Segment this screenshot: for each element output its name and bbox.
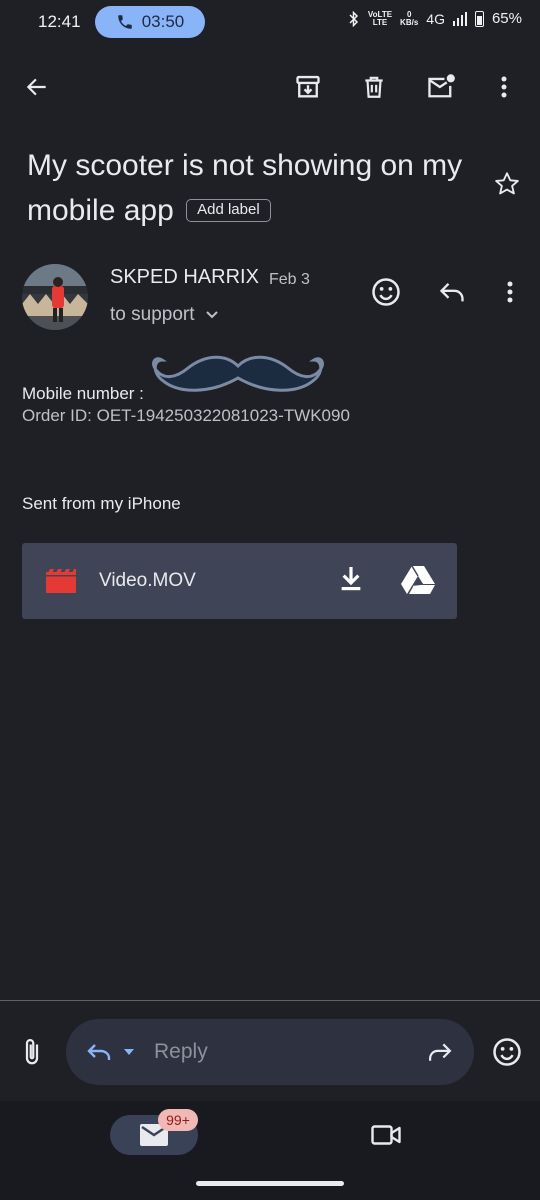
reply-type-dropdown[interactable]	[86, 1041, 142, 1063]
status-bar: 12:41 03:50 VoLTE LTE 0 KB/s 4G 65%	[0, 0, 540, 46]
signature-line: Sent from my iPhone	[22, 494, 181, 513]
unread-badge: 99+	[158, 1109, 198, 1131]
bluetooth-icon	[348, 10, 360, 27]
paperclip-icon	[21, 1037, 43, 1067]
status-time: 12:41	[38, 12, 81, 31]
archive-icon	[294, 73, 322, 101]
recipient-text: to support	[110, 304, 195, 325]
reply-button[interactable]	[432, 272, 472, 312]
add-reaction-button[interactable]	[366, 272, 406, 312]
network-type: 4G	[426, 10, 445, 27]
more-vert-icon	[507, 280, 513, 304]
email-subject: My scooter is not showing on my mobile a…	[27, 143, 467, 233]
call-timer: 03:50	[141, 12, 185, 31]
emoji-icon	[492, 1037, 522, 1067]
delete-button[interactable]	[354, 67, 394, 107]
archive-button[interactable]	[288, 67, 328, 107]
email-date: Feb 3	[269, 271, 310, 288]
bottom-navigation: 99+	[0, 1101, 540, 1200]
tab-meet[interactable]	[366, 1115, 406, 1155]
mark-unread-button[interactable]	[421, 67, 461, 107]
add-label-button[interactable]: Add label	[186, 199, 271, 222]
phone-icon	[116, 13, 134, 31]
mobile-number-line: Mobile number :	[22, 384, 144, 403]
reply-placeholder: Reply	[154, 1040, 208, 1063]
divider	[0, 1000, 540, 1001]
star-icon	[493, 170, 521, 198]
forward-button[interactable]	[426, 1041, 454, 1063]
attachment-card[interactable]: Video.MOV	[22, 543, 457, 619]
sender-avatar[interactable]	[22, 264, 88, 330]
back-arrow-icon	[24, 74, 50, 100]
reply-input[interactable]: Reply	[66, 1019, 474, 1085]
network-speed: 0 KB/s	[400, 9, 419, 27]
back-button[interactable]	[17, 67, 57, 107]
emoji-icon	[371, 277, 401, 307]
star-button[interactable]	[487, 164, 527, 204]
attach-button[interactable]	[12, 1032, 52, 1072]
signal-icon	[452, 11, 467, 26]
reply-icon	[438, 280, 466, 304]
video-camera-icon	[371, 1124, 401, 1146]
delete-icon	[361, 74, 387, 100]
more-vert-icon	[501, 75, 507, 99]
movie-icon	[46, 569, 76, 593]
home-indicator[interactable]	[196, 1181, 344, 1186]
battery-icon	[474, 10, 484, 27]
volte-indicator: VoLTE LTE	[367, 9, 393, 27]
order-id-line: Order ID: OET-194250322081023-TWK090	[22, 406, 350, 425]
ongoing-call-chip[interactable]: 03:50	[95, 6, 205, 38]
mark-unread-icon	[426, 73, 456, 101]
download-button[interactable]	[335, 563, 367, 595]
message-more-button[interactable]	[490, 272, 530, 312]
mustache-redaction	[148, 352, 328, 400]
attachment-name: Video.MOV	[99, 570, 196, 591]
download-icon	[341, 567, 361, 591]
recipient-toggle[interactable]: to support	[110, 304, 219, 326]
sender-name[interactable]: SKPED HARRIX	[110, 266, 259, 289]
more-options-button[interactable]	[484, 67, 524, 107]
battery-percent: 65%	[491, 10, 522, 27]
emoji-button[interactable]	[487, 1032, 527, 1072]
chevron-down-icon	[205, 310, 219, 320]
google-drive-icon	[401, 565, 435, 594]
forward-icon	[429, 1043, 452, 1061]
status-icons: VoLTE LTE 0 KB/s 4G 65%	[348, 10, 522, 27]
save-to-drive-button[interactable]	[401, 565, 435, 595]
